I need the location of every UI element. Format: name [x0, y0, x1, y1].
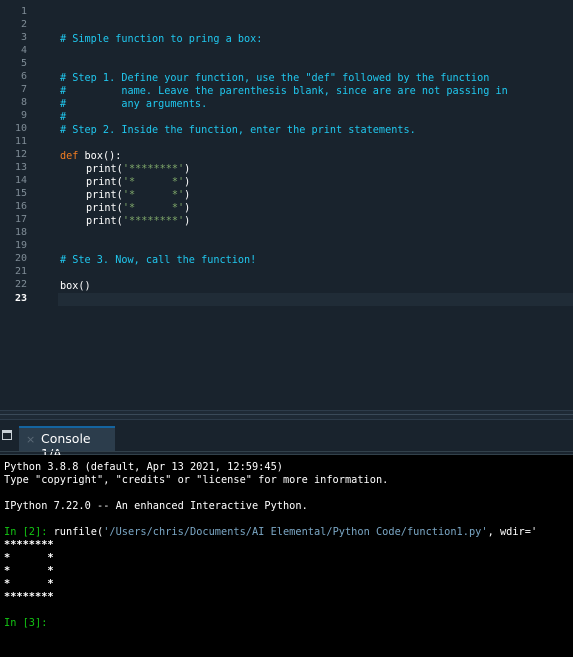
pane-splitter[interactable]: [0, 410, 573, 420]
def-keyword: def: [60, 151, 79, 162]
console-output: * *: [4, 565, 54, 577]
console-input-line: In [2]: runfile('/Users/chris/Documents/…: [4, 526, 538, 538]
current-line-number: 23: [14, 293, 27, 304]
console-output: * *: [4, 552, 54, 564]
line-number: 18: [14, 227, 27, 238]
line-number: 12: [14, 149, 27, 160]
input-prompt-current[interactable]: In [3]:: [4, 617, 47, 630]
code-comment[interactable]: # Step 1. Define your function, use the …: [60, 72, 573, 85]
console-tab-bar: × Console 1/A: [0, 420, 573, 461]
code-comment[interactable]: # Step 2. Inside the function, enter the…: [60, 124, 573, 137]
code-line-print[interactable]: print('* *'): [86, 202, 573, 215]
line-number: 8: [20, 97, 27, 108]
tab-divider: [0, 451, 573, 452]
line-number: 1: [20, 6, 27, 17]
line-number: 10: [14, 123, 27, 134]
line-number: 5: [20, 58, 27, 69]
console-banner: Python 3.8.8 (default, Apr 13 2021, 12:5…: [4, 461, 283, 473]
run-file-path: '/Users/chris/Documents/AI Elemental/Pyt…: [103, 526, 488, 538]
line-number: 20: [14, 253, 27, 264]
line-number: 9: [20, 110, 27, 121]
code-line-print[interactable]: print('* *'): [86, 189, 573, 202]
line-number: 4: [20, 45, 27, 56]
line-number: 17: [14, 214, 27, 225]
ipython-console[interactable]: Python 3.8.8 (default, Apr 13 2021, 12:5…: [0, 455, 573, 657]
code-line-print[interactable]: print('* *'): [86, 176, 573, 189]
console-banner: IPython 7.22.0 -- An enhanced Interactiv…: [4, 500, 308, 512]
input-prompt: In [2]:: [4, 526, 48, 538]
code-comment[interactable]: # any arguments.: [60, 98, 573, 111]
line-number: 11: [14, 136, 27, 147]
console-output: ********: [4, 591, 54, 603]
current-line-highlight[interactable]: [58, 293, 573, 306]
line-number-gutter: 1 2 3 4 5 6 7 8 9 10 11 12 13 14 15 16 1…: [0, 0, 34, 410]
line-number: 7: [20, 84, 27, 95]
string-literal: '* *': [122, 203, 185, 214]
line-number: 16: [14, 201, 27, 212]
line-number: 19: [14, 240, 27, 251]
console-banner: Type "copyright", "credits" or "license"…: [4, 474, 389, 486]
console-output: ********: [4, 539, 54, 551]
pane-window-icon[interactable]: [2, 430, 12, 440]
code-line-print[interactable]: print('********'): [86, 215, 573, 228]
line-number: 21: [14, 266, 27, 277]
line-number: 2: [20, 19, 27, 30]
string-literal: '* *': [122, 190, 185, 201]
code-editor[interactable]: 1 2 3 4 5 6 7 8 9 10 11 12 13 14 15 16 1…: [0, 0, 573, 410]
code-line-print[interactable]: print('********'): [86, 163, 573, 176]
code-comment[interactable]: # Ste 3. Now, call the function!: [60, 254, 573, 267]
string-literal: '********': [122, 216, 185, 227]
line-number: 6: [20, 71, 27, 82]
close-icon[interactable]: ×: [26, 433, 35, 446]
code-comment[interactable]: # name. Leave the parenthesis blank, sin…: [60, 85, 573, 98]
console-output: * *: [4, 578, 54, 590]
code-comment[interactable]: # Simple function to pring a box:: [60, 33, 573, 46]
tab-console-1a[interactable]: × Console 1/A: [19, 426, 115, 461]
code-comment[interactable]: #: [60, 111, 573, 124]
function-signature: box():: [84, 151, 122, 162]
line-number: 14: [14, 175, 27, 186]
code-line-call[interactable]: box(): [60, 280, 573, 293]
line-number: 15: [14, 188, 27, 199]
string-literal: '* *': [122, 177, 185, 188]
string-literal: '********': [122, 164, 185, 175]
code-line-def[interactable]: def box():: [60, 150, 573, 163]
line-number: 13: [14, 162, 27, 173]
line-number: 22: [14, 279, 27, 290]
line-number: 3: [20, 32, 27, 43]
